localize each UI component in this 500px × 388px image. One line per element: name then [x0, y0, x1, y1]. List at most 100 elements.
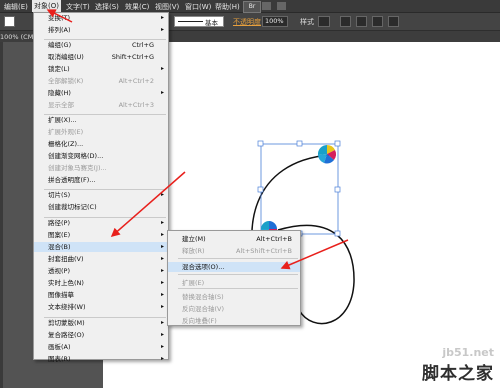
- menu-item-label: 释放(R): [182, 247, 205, 255]
- blend-submenu: 建立(M) Alt+Ctrl+B 释放(R) Alt+Shift+Ctrl+B 混合选项…: [167, 230, 301, 326]
- object-menu-item[interactable]: 创建渐变网格(D)...: [34, 151, 168, 161]
- object-menu-item[interactable]: 栅格化(Z)...: [34, 139, 168, 149]
- object-menu-item[interactable]: 排列(A) ▸: [34, 25, 168, 35]
- object-menu-item[interactable]: 图表(R) ▸: [34, 354, 168, 364]
- menu-effect[interactable]: 效果(C): [125, 2, 149, 12]
- menu-item-label: 变换(T): [48, 14, 71, 22]
- menu-item-shortcut: Alt+Ctrl+B: [256, 235, 292, 243]
- object-menu-item[interactable]: 文本绕排(W) ▸: [34, 302, 168, 312]
- object-menu-item[interactable]: 画板(A) ▸: [34, 342, 168, 352]
- menu-item-label: 创建对象马赛克(J)...: [48, 164, 107, 172]
- submenu-arrow-icon: ▸: [160, 279, 164, 286]
- menu-item-label: 图案(E): [48, 231, 71, 239]
- object-menu-item[interactable]: 编组(G) Ctrl+G: [34, 40, 168, 50]
- menu-item-label: 反向混合轴(V): [182, 305, 225, 313]
- object-menu-item[interactable]: 隐藏(H) ▸: [34, 88, 168, 98]
- align-icon[interactable]: [356, 16, 367, 27]
- menu-item-shortcut: Alt+Shift+Ctrl+B: [236, 247, 292, 255]
- blend-menu-item[interactable]: 扩展(E): [168, 278, 300, 288]
- watermark: jb51.net 脚本之家: [422, 346, 494, 384]
- menu-separator: [178, 288, 298, 289]
- handle-top-mid[interactable]: [296, 140, 303, 147]
- object-menu-item[interactable]: 实时上色(N) ▸: [34, 278, 168, 288]
- object-menu-item[interactable]: 锁定(L) ▸: [34, 64, 168, 74]
- handle-bottom-right[interactable]: [334, 230, 341, 237]
- menu-item-label: 替换混合轴(S): [182, 293, 224, 301]
- style-swatch[interactable]: [318, 16, 330, 27]
- menu-item-label: 图表(R): [48, 355, 71, 363]
- menu-item-label: 剪切蒙版(M): [48, 319, 85, 327]
- menu-view[interactable]: 视图(V): [155, 2, 179, 12]
- bridge-logo[interactable]: Br: [243, 1, 261, 13]
- opacity-label[interactable]: 不透明度: [233, 17, 261, 27]
- menu-separator: [178, 274, 298, 275]
- object-menu-item[interactable]: 取消编组(U) Shift+Ctrl+G: [34, 52, 168, 62]
- more-options-icon[interactable]: [388, 16, 399, 27]
- menu-item-label: 透视(P): [48, 267, 70, 275]
- menu-item-label: 路径(P): [48, 219, 70, 227]
- blend-menu-item[interactable]: 释放(R) Alt+Shift+Ctrl+B: [168, 246, 300, 256]
- object-menu: 变换(T) ▸ 排列(A) ▸ 编组(G) Ctrl+G 取消编组(U) Shift+Ctrl…: [33, 12, 169, 363]
- object-menu-item[interactable]: 扩展外观(E): [34, 127, 168, 137]
- handle-mid-left[interactable]: [257, 186, 264, 193]
- workspace-icon[interactable]: [277, 2, 286, 10]
- object-menu-item[interactable]: 创建裁切标记(C): [34, 202, 168, 212]
- object-menu-item[interactable]: 切片(S) ▸: [34, 190, 168, 200]
- object-menu-item[interactable]: 显示全部 Alt+Ctrl+3: [34, 100, 168, 110]
- menu-item-label: 文本绕排(W): [48, 303, 86, 311]
- watermark-title: 脚本之家: [422, 364, 494, 384]
- object-menu-item[interactable]: 剪切蒙版(M) ▸: [34, 318, 168, 328]
- object-menu-item[interactable]: 变换(T) ▸: [34, 13, 168, 23]
- menu-edit[interactable]: 编辑(E): [4, 2, 28, 12]
- object-menu-item[interactable]: 创建对象马赛克(J)...: [34, 163, 168, 173]
- arrange-documents-icon[interactable]: [262, 2, 271, 10]
- menu-item-label: 栅格化(Z)...: [48, 140, 84, 148]
- menu-item-label: 实时上色(N): [48, 279, 84, 287]
- stroke-style-label: 基本: [205, 19, 218, 27]
- document-tab[interactable]: 100% (CM: [0, 33, 33, 41]
- object-menu-item[interactable]: 扩展(X)...: [34, 115, 168, 125]
- object-menu-item[interactable]: 透视(P) ▸: [34, 266, 168, 276]
- handle-top-left[interactable]: [257, 140, 264, 147]
- menu-item-shortcut: Shift+Ctrl+G: [111, 53, 154, 61]
- blend-menu-item[interactable]: 混合选项(O)...: [168, 262, 300, 272]
- transform-icon[interactable]: [372, 16, 383, 27]
- submenu-arrow-icon: ▸: [160, 219, 164, 226]
- menu-item-label: 排列(A): [48, 26, 71, 34]
- object-menu-item[interactable]: 路径(P) ▸: [34, 218, 168, 228]
- object-menu-item[interactable]: 混合(B) ▸: [34, 242, 168, 252]
- object-menu-item[interactable]: 图案(E) ▸: [34, 230, 168, 240]
- opacity-value: 100%: [265, 17, 284, 25]
- handle-mid-right[interactable]: [334, 186, 341, 193]
- object-menu-item[interactable]: 图像描摹 ▸: [34, 290, 168, 300]
- menu-type[interactable]: 文字(T): [66, 2, 90, 12]
- menu-item-label: 复合路径(O): [48, 331, 85, 339]
- menu-item-label: 锁定(L): [48, 65, 70, 73]
- submenu-arrow-icon: ▸: [160, 89, 164, 96]
- object-menu-item[interactable]: 复合路径(O) ▸: [34, 330, 168, 340]
- menu-item-label: 显示全部: [48, 101, 74, 109]
- opacity-field[interactable]: 100%: [262, 16, 288, 27]
- object-menu-item[interactable]: 拼合透明度(F)...: [34, 175, 168, 185]
- menu-object[interactable]: 对象(O): [32, 0, 61, 12]
- menu-help[interactable]: 帮助(H): [215, 2, 240, 12]
- blend-menu-item[interactable]: 替换混合轴(S): [168, 292, 300, 302]
- object-menu-item[interactable]: 封套扭曲(V) ▸: [34, 254, 168, 264]
- menu-window[interactable]: 窗口(W): [185, 2, 211, 12]
- handle-top-right[interactable]: [334, 140, 341, 147]
- blend-object-top: [317, 144, 337, 164]
- menu-item-label: 创建渐变网格(D)...: [48, 152, 104, 160]
- blend-menu-item[interactable]: 反向混合轴(V): [168, 304, 300, 314]
- blend-menu-item[interactable]: 反向堆叠(F): [168, 316, 300, 326]
- blend-menu-item[interactable]: 建立(M) Alt+Ctrl+B: [168, 234, 300, 244]
- menu-select[interactable]: 选择(S): [95, 2, 119, 12]
- menu-item-label: 创建裁切标记(C): [48, 203, 97, 211]
- submenu-arrow-icon: ▸: [160, 355, 164, 362]
- menu-item-label: 扩展(X)...: [48, 116, 77, 124]
- submenu-arrow-icon: ▸: [160, 303, 164, 310]
- stroke-profile-dropdown[interactable]: 基本: [174, 16, 224, 27]
- menu-item-label: 反向堆叠(F): [182, 317, 217, 325]
- object-menu-item[interactable]: 全部解锁(K) Alt+Ctrl+2: [34, 76, 168, 86]
- recolor-icon[interactable]: [340, 16, 351, 27]
- fill-swatch[interactable]: [4, 16, 15, 27]
